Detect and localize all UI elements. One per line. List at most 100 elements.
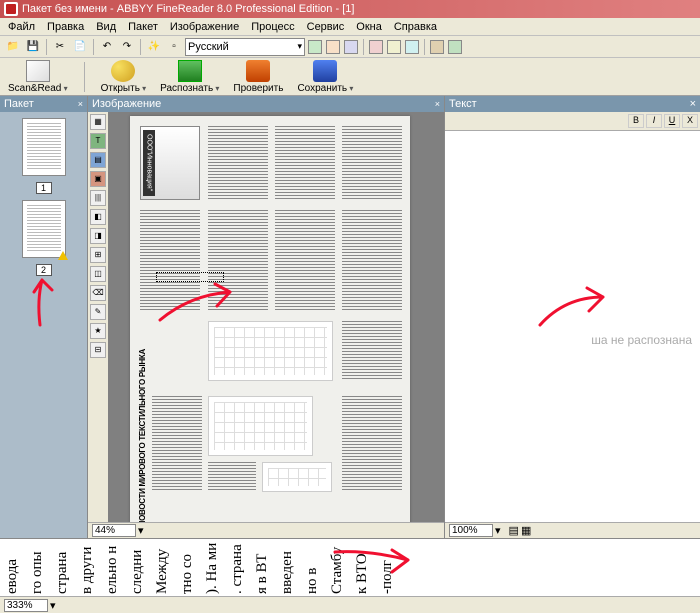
menu-bar: Файл Правка Вид Пакет Изображение Процес… bbox=[0, 18, 700, 36]
tool-12[interactable]: ⊟ bbox=[90, 342, 106, 358]
underline-button[interactable]: U bbox=[664, 114, 680, 128]
image-zoom-value[interactable] bbox=[92, 524, 136, 537]
view-mode-5[interactable] bbox=[387, 40, 401, 54]
image-panel: Изображение × ▦ T ▤ ▣ ||| ◧ ◨ ⊞ ◫ ⌫ ✎ ★ … bbox=[88, 96, 445, 538]
menu-file[interactable]: Файл bbox=[2, 21, 41, 33]
tool-5[interactable]: ◧ bbox=[90, 209, 106, 225]
open-icon bbox=[111, 60, 135, 82]
italic-button[interactable]: I bbox=[646, 114, 662, 128]
separator bbox=[93, 39, 94, 55]
menu-help[interactable]: Справка bbox=[388, 21, 443, 33]
strip-word: к ВТО bbox=[354, 539, 371, 596]
separator bbox=[46, 39, 47, 55]
menu-image[interactable]: Изображение bbox=[164, 21, 245, 33]
strip-word: в други bbox=[79, 539, 96, 596]
image-zoom-bar: ▾ bbox=[88, 522, 444, 538]
zoom-down[interactable]: ▾ bbox=[138, 524, 144, 537]
separator bbox=[140, 39, 141, 55]
tool-11[interactable]: ★ bbox=[90, 323, 106, 339]
zoom-down[interactable]: ▾ bbox=[495, 524, 501, 537]
menu-service[interactable]: Сервис bbox=[301, 21, 351, 33]
page-icon[interactable]: ▫ bbox=[165, 38, 183, 56]
view-mode-6[interactable] bbox=[405, 40, 419, 54]
undo-icon[interactable]: ↶ bbox=[98, 38, 116, 56]
close-icon[interactable]: × bbox=[690, 98, 696, 110]
image-panel-header: Изображение × bbox=[88, 96, 444, 112]
document-viewport[interactable]: ООО"Инновация" НОВОСТИ МИРОВОГО ТЕКС bbox=[108, 112, 444, 522]
tool-barcode[interactable]: ||| bbox=[90, 190, 106, 206]
strip-word: ельно н bbox=[104, 539, 121, 596]
title-bar: Пакет без имени - ABBYY FineReader 8.0 P… bbox=[0, 0, 700, 18]
tool-select[interactable]: ▦ bbox=[90, 114, 106, 130]
wizard-icon[interactable]: ✨ bbox=[145, 38, 163, 56]
open-icon[interactable]: 📁 bbox=[4, 38, 22, 56]
recognize-icon bbox=[178, 60, 202, 82]
tool-6[interactable]: ◨ bbox=[90, 228, 106, 244]
strike-button[interactable]: X bbox=[682, 114, 698, 128]
headline-text: НОВОСТИ МИРОВОГО ТЕКСТИЛЬНОГО РЫНКА bbox=[138, 349, 147, 522]
tool-text-block[interactable]: T bbox=[90, 133, 106, 149]
closeup-strip[interactable]: евода го опы страна в други ельно н след… bbox=[0, 538, 700, 596]
batch-panel-header: Пакет × bbox=[0, 96, 87, 112]
view-mode-2[interactable] bbox=[326, 40, 340, 54]
image-tools: ▦ T ▤ ▣ ||| ◧ ◨ ⊞ ◫ ⌫ ✎ ★ ⊟ bbox=[88, 112, 108, 522]
tool-table-block[interactable]: ▤ bbox=[90, 152, 106, 168]
strip-word: ). На ми bbox=[204, 539, 221, 596]
selection-box[interactable] bbox=[156, 272, 224, 282]
scan-read-button[interactable]: Scan&Read bbox=[8, 60, 68, 94]
batch-panel: Пакет × 1 2 bbox=[0, 96, 88, 538]
layout-icon[interactable]: ▤ bbox=[509, 524, 519, 537]
page-thumb-1[interactable] bbox=[22, 118, 66, 176]
recognize-button[interactable]: Распознать bbox=[160, 60, 219, 94]
language-select[interactable]: Русский bbox=[185, 38, 305, 56]
view-mode-3[interactable] bbox=[344, 40, 358, 54]
menu-process[interactable]: Процесс bbox=[245, 21, 300, 33]
save-button[interactable]: Сохранить bbox=[297, 60, 353, 94]
menu-edit[interactable]: Правка bbox=[41, 21, 90, 33]
text-panel: Текст × B I U X ша не распознана ▾ ▤ ▦ bbox=[445, 96, 700, 538]
opt-2[interactable] bbox=[448, 40, 462, 54]
tool-eraser[interactable]: ⌫ bbox=[90, 285, 106, 301]
opt-1[interactable] bbox=[430, 40, 444, 54]
redo-icon[interactable]: ↷ bbox=[118, 38, 136, 56]
close-icon[interactable]: × bbox=[78, 99, 83, 109]
check-icon bbox=[246, 60, 270, 82]
open-label: Открыть bbox=[101, 83, 147, 94]
close-icon[interactable]: × bbox=[435, 99, 440, 109]
view-mode-1[interactable] bbox=[308, 40, 322, 54]
chart-1 bbox=[208, 321, 333, 381]
strip-word: . страна bbox=[229, 539, 246, 596]
menu-batch[interactable]: Пакет bbox=[122, 21, 164, 33]
closeup-zoom-value[interactable] bbox=[4, 599, 48, 612]
cut-icon[interactable]: ✂ bbox=[51, 38, 69, 56]
ad-text: ООО"Инновация" bbox=[143, 130, 155, 196]
tool-10[interactable]: ✎ bbox=[90, 304, 106, 320]
tool-7[interactable]: ⊞ bbox=[90, 247, 106, 263]
zoom-down[interactable]: ▾ bbox=[50, 599, 56, 612]
save-icon[interactable]: 💾 bbox=[24, 38, 42, 56]
menu-view[interactable]: Вид bbox=[90, 21, 122, 33]
page-number-2: 2 bbox=[36, 264, 52, 276]
chart-2 bbox=[208, 396, 313, 456]
bold-button[interactable]: B bbox=[628, 114, 644, 128]
tool-image-block[interactable]: ▣ bbox=[90, 171, 106, 187]
standard-toolbar: 📁 💾 ✂ 📄 ↶ ↷ ✨ ▫ Русский bbox=[0, 36, 700, 58]
copy-icon[interactable]: 📄 bbox=[71, 38, 89, 56]
page-thumb-2[interactable] bbox=[22, 200, 66, 258]
menu-windows[interactable]: Окна bbox=[350, 21, 388, 33]
text-zoom-bar: ▾ ▤ ▦ bbox=[445, 522, 700, 538]
check-button[interactable]: Проверить bbox=[233, 60, 283, 94]
scan-icon bbox=[26, 60, 50, 82]
text-body[interactable]: ша не распознана bbox=[445, 131, 700, 522]
layout-icon-2[interactable]: ▦ bbox=[521, 524, 531, 537]
strip-word: страна bbox=[54, 539, 71, 596]
batch-title: Пакет bbox=[4, 98, 34, 110]
ad-box: ООО"Инновация" bbox=[140, 126, 200, 200]
scan-label: Scan&Read bbox=[8, 83, 68, 94]
open-button[interactable]: Открыть bbox=[101, 60, 147, 94]
text-zoom-value[interactable] bbox=[449, 524, 493, 537]
strip-word: я в ВТ bbox=[254, 539, 271, 596]
save-label: Сохранить bbox=[297, 83, 353, 94]
view-mode-4[interactable] bbox=[369, 40, 383, 54]
tool-8[interactable]: ◫ bbox=[90, 266, 106, 282]
